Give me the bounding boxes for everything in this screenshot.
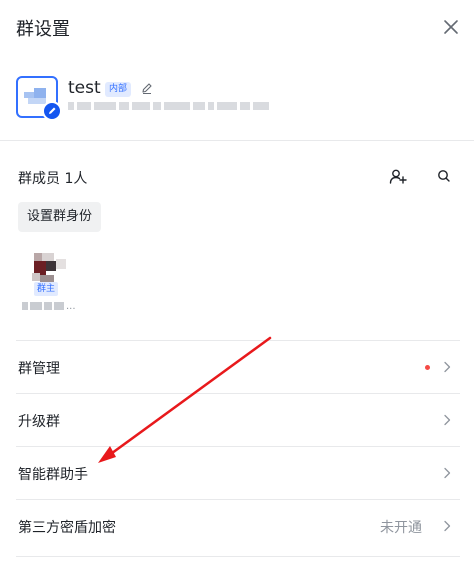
row-third-party-encryption[interactable]: 第三方密盾加密 未开通: [16, 500, 460, 552]
row-upgrade-group[interactable]: 升级群: [16, 394, 460, 446]
row-group-management[interactable]: 群管理: [16, 341, 460, 393]
search-icon[interactable]: [436, 168, 452, 184]
member-name-blurred: ...: [22, 300, 82, 312]
dialog-header: 群设置: [0, 0, 474, 52]
set-group-identity-button[interactable]: 设置群身份: [18, 202, 102, 232]
group-name: test: [68, 78, 101, 98]
group-info: test 内部: [0, 60, 474, 140]
row-divider: [16, 556, 460, 557]
group-description-blurred: [68, 102, 308, 112]
internal-tag: 内部: [105, 82, 132, 97]
add-user-icon[interactable]: [388, 167, 408, 187]
owner-badge: 群主: [34, 282, 59, 296]
member-count-label: 群成员 1人: [18, 171, 88, 187]
chevron-right-icon: [444, 467, 451, 479]
chevron-right-icon: [444, 414, 451, 426]
row-label: 智能群助手: [18, 467, 88, 483]
row-label: 第三方密盾加密: [18, 520, 116, 536]
row-label: 升级群: [18, 414, 60, 430]
row-label: 群管理: [18, 361, 60, 377]
members-section: 群成员 1人 设置群身份 群主 ...: [0, 150, 474, 330]
pencil-icon: [49, 107, 56, 114]
chevron-right-icon: [444, 520, 451, 532]
notification-dot: [425, 365, 430, 370]
pencil-icon[interactable]: [140, 81, 154, 95]
chevron-right-icon: [444, 361, 451, 373]
row-status: 未开通: [380, 520, 422, 536]
member-name-ellipsis: ...: [66, 300, 76, 312]
dialog-title: 群设置: [16, 19, 70, 40]
avatar-edit-button[interactable]: [42, 101, 62, 121]
section-divider: [0, 140, 474, 141]
close-icon[interactable]: [440, 16, 462, 38]
row-smart-group-assistant[interactable]: 智能群助手: [16, 447, 460, 499]
